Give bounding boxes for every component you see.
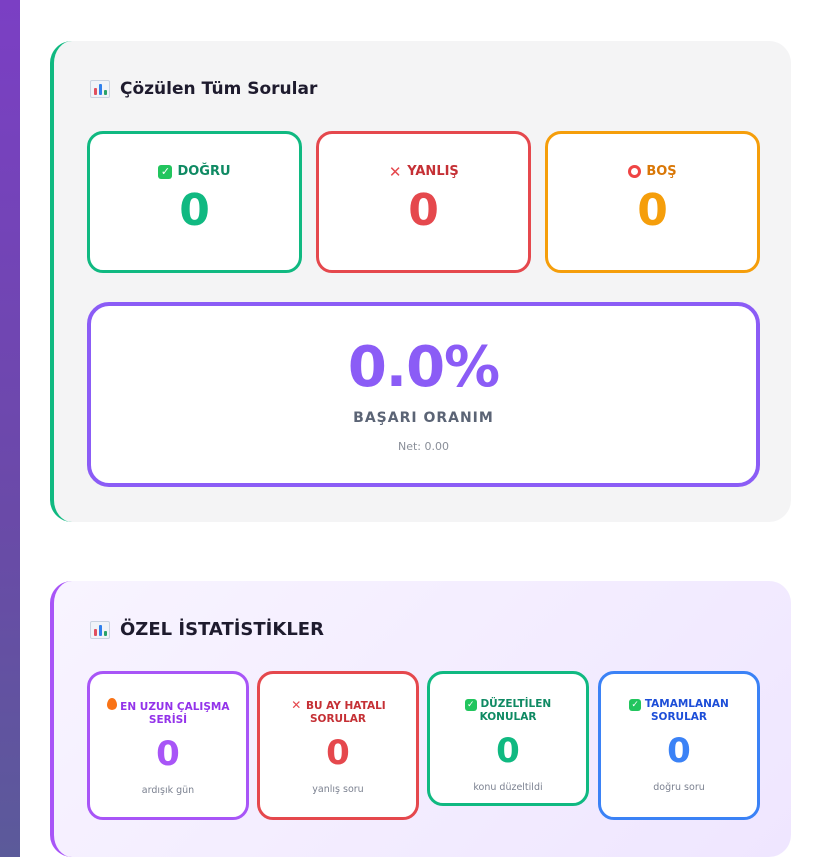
success-rate-value: 0.0% <box>347 335 500 400</box>
success-rate-label: BAŞARI ORANIM <box>353 410 494 426</box>
bar-chart-icon <box>90 80 110 98</box>
longest-streak-value: 0 <box>156 734 180 775</box>
longest-streak-sub: ardışık gün <box>141 785 195 797</box>
completed-questions-card: ✓ TAMAMLANAN SORULAR 0 doğru soru <box>598 671 760 820</box>
cross-icon: ✕ <box>388 162 402 181</box>
empty-label: BOŞ <box>646 164 677 179</box>
fixed-topics-sub: konu düzeltildi <box>473 782 543 794</box>
left-accent-bar <box>0 0 20 857</box>
completed-questions-label: TAMAMLANAN SORULAR <box>644 698 729 724</box>
correct-value: 0 <box>179 185 210 236</box>
wrong-label: YANLIŞ <box>407 164 459 179</box>
monthly-wrong-sub: yanlış soru <box>312 784 364 796</box>
completed-questions-sub: doğru soru <box>653 782 705 794</box>
longest-streak-label: EN UZUN ÇALIŞMA SERİSİ <box>120 701 230 727</box>
cross-icon: ✕ <box>291 698 302 712</box>
longest-streak-card: EN UZUN ÇALIŞMA SERİSİ 0 ardışık gün <box>87 671 249 820</box>
special-title-text: ÖZEL İSTATİSTİKLER <box>120 619 324 640</box>
success-rate-card: 0.0% BAŞARI ORANIM Net: 0.00 <box>87 302 760 487</box>
special-panel-title: ÖZEL İSTATİSTİKLER <box>90 619 324 640</box>
correct-stat-card: ✓ DOĞRU 0 <box>87 131 302 273</box>
check-icon: ✓ <box>464 699 477 711</box>
completed-questions-value: 0 <box>667 731 691 772</box>
monthly-wrong-card: ✕ BU AY HATALI SORULAR 0 yanlış soru <box>257 671 419 820</box>
monthly-wrong-value: 0 <box>326 733 350 774</box>
solved-title-text: Çözülen Tüm Sorular <box>120 79 318 99</box>
net-score: Net: 0.00 <box>397 440 449 453</box>
correct-label: DOĞRU <box>177 164 231 179</box>
circle-icon <box>628 165 642 178</box>
bar-chart-icon <box>90 620 110 639</box>
wrong-value: 0 <box>408 185 439 236</box>
wrong-stat-card: ✕ YANLIŞ 0 <box>316 131 531 273</box>
special-stats-panel: ÖZEL İSTATİSTİKLER EN UZUN ÇALIŞMA SERİS… <box>50 581 791 857</box>
empty-value: 0 <box>637 185 668 236</box>
check-icon: ✓ <box>158 164 173 179</box>
solved-panel-title: Çözülen Tüm Sorular <box>90 79 317 99</box>
fixed-topics-value: 0 <box>496 731 520 772</box>
fixed-topics-card: ✓ DÜZELTİLEN KONULAR 0 konu düzeltildi <box>427 671 589 806</box>
empty-stat-card: BOŞ 0 <box>545 131 760 273</box>
check-icon: ✓ <box>629 699 642 711</box>
solved-questions-panel: Çözülen Tüm Sorular ✓ DOĞRU 0 ✕ YANLIŞ 0… <box>50 41 791 522</box>
monthly-wrong-label: BU AY HATALI SORULAR <box>305 700 386 726</box>
fire-icon <box>106 698 117 710</box>
fixed-topics-label: DÜZELTİLEN KONULAR <box>479 698 552 724</box>
